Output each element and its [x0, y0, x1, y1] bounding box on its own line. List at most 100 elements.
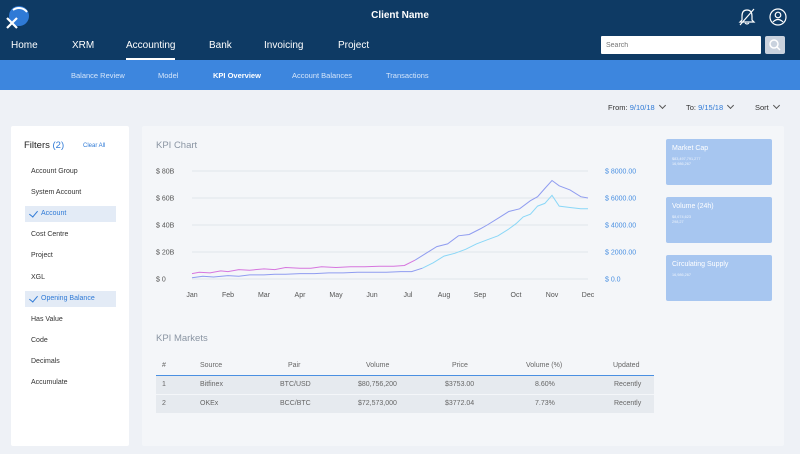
filters-label: Filters — [24, 140, 50, 151]
filter-item[interactable]: Decimals — [25, 354, 116, 370]
filter-item-label: Accumulate — [31, 379, 68, 386]
series-line-1-tail — [414, 179, 589, 261]
search-button[interactable] — [765, 36, 785, 54]
nav-bank[interactable]: Bank — [209, 40, 232, 51]
series-line-1 — [191, 259, 416, 275]
filter-item[interactable]: Code — [25, 333, 116, 349]
cell-volume-pct: 8.60% — [535, 381, 555, 388]
tab-kpi-overview[interactable]: KPI Overview — [213, 71, 261, 80]
y-right-tick-label: $ 4000.00 — [605, 223, 636, 230]
filter-item[interactable]: Account Group — [25, 164, 116, 180]
chevron-down-icon — [772, 101, 780, 110]
filter-item[interactable]: Account — [25, 206, 116, 223]
x-tick-label: Mar — [258, 292, 271, 299]
x-tick-label: Jun — [366, 292, 377, 299]
cell-updated: Recently — [614, 400, 642, 407]
cell-source: Bitfinex — [200, 381, 223, 388]
app-window: Client Name Home XRM Accounting Bank Inv… — [0, 0, 800, 454]
column-header-updated: Updated — [613, 362, 640, 369]
to-date-dropdown[interactable]: To: 9/15/18 — [686, 101, 735, 112]
nav-invoicing[interactable]: Invoicing — [264, 40, 303, 51]
kpi-card-sub-line: 16,986,267 — [672, 273, 692, 277]
filter-item-label: XGL — [31, 273, 46, 281]
column-header-source: Source — [200, 362, 223, 369]
kpi-card-sub: 16,986,267 — [672, 273, 691, 278]
check-icon — [29, 208, 38, 218]
column-header-volume: Volume — [366, 362, 390, 369]
filter-item[interactable]: XGL — [25, 270, 116, 286]
y-right-tick-label: $ 8000.00 — [605, 169, 636, 176]
chevron-down-icon — [727, 101, 735, 110]
user-icon[interactable] — [768, 7, 788, 27]
filter-item[interactable]: Cost Centre — [25, 227, 116, 243]
search-input[interactable] — [601, 36, 761, 54]
table-row[interactable]: 2 OKEx BCC/BTC $72,573,000 $3772.04 7.73… — [156, 395, 654, 413]
y-tick-label: $ 0 — [156, 277, 166, 284]
y-tick-label: $ 60B — [156, 196, 175, 203]
filter-item[interactable]: Project — [25, 248, 116, 264]
x-tick-label: Nov — [546, 292, 559, 299]
top-bar: Client Name Home XRM Accounting Bank Inv… — [0, 0, 800, 60]
table-row[interactable]: 1 Bitfinex BTC/USD $80,756,200 $3753.00 … — [156, 376, 654, 394]
tab-transactions[interactable]: Transactions — [386, 71, 429, 80]
cell-volume: $72,573,000 — [358, 400, 397, 407]
x-tick-label: Jan — [186, 292, 197, 299]
y-right-tick-label: $ 0.0 — [605, 277, 621, 284]
filter-item[interactable]: Accumulate — [25, 375, 116, 391]
kpi-card-sub: $8,674,623 298,27 — [672, 215, 691, 225]
filter-item[interactable]: Has Value — [25, 312, 116, 328]
tab-balance-review[interactable]: Balance Review — [71, 71, 125, 80]
x-tick-label: Jul — [404, 292, 413, 299]
filter-item-label: Opening Balance — [41, 294, 95, 302]
nav-accounting[interactable]: Accounting — [126, 40, 176, 60]
kpi-card-sub: $83,497,791,277 16,986,267 — [672, 157, 701, 167]
sort-dropdown[interactable]: Sort — [755, 101, 780, 112]
bell-icon[interactable] — [737, 7, 757, 27]
y-tick-label: $ 20B — [156, 250, 175, 257]
cell-price: $3753.00 — [445, 381, 475, 388]
x-tick-label: Apr — [295, 292, 307, 299]
filter-item-label: Cost Centre — [31, 231, 69, 239]
filter-item[interactable]: System Account — [25, 185, 116, 201]
filter-item-label: Account — [41, 210, 67, 218]
x-tick-label: May — [329, 292, 343, 299]
cell-price: $3772.04 — [445, 400, 475, 407]
cell-index: 2 — [162, 400, 166, 407]
tab-account-balances[interactable]: Account Balances — [292, 71, 352, 80]
search-icon — [769, 39, 781, 51]
from-label: From: — [608, 103, 628, 112]
tab-model[interactable]: Model — [158, 71, 178, 80]
column-header-volume-pct: Volume (%) — [526, 362, 563, 369]
kpi-card-market-cap[interactable]: Market Cap $83,497,791,277 16,986,267 — [666, 139, 772, 185]
nav-home[interactable]: Home — [11, 40, 38, 51]
series-line-2-tail — [422, 194, 588, 269]
kpi-card-volume[interactable]: Volume (24h) $8,674,623 298,27 — [666, 197, 772, 243]
cell-updated: Recently — [614, 381, 642, 388]
kpi-card-circulating-supply[interactable]: Circulating Supply 16,986,267 — [666, 255, 772, 301]
from-date-dropdown[interactable]: From: 9/10/18 — [608, 101, 666, 112]
cell-pair: BTC/USD — [280, 381, 311, 388]
kpi-line-chart: $ 0 $ 0.0 $ 20B $ 2000.00 $ 40B $ 4000.00 $ 60… — [156, 169, 636, 300]
column-header-price: Price — [452, 362, 468, 369]
nav-xrm[interactable]: XRM — [72, 40, 94, 51]
filter-item-label: Code — [31, 336, 48, 344]
kpi-card-title: Market Cap — [672, 145, 709, 152]
column-header-pair: Pair — [288, 362, 301, 369]
x-tick-label: Sep — [474, 292, 487, 299]
cell-pair: BCC/BTC — [280, 400, 311, 407]
nav-project[interactable]: Project — [338, 40, 369, 51]
clear-all-link[interactable]: Clear All — [83, 143, 105, 149]
filter-item-label: Has Value — [31, 315, 63, 323]
chevron-down-icon — [658, 101, 666, 110]
column-header-index: # — [162, 362, 166, 369]
main-panel: KPI Chart $ 0 $ 0.0 $ 20B $ 2000.00 $ 40B $ 4… — [142, 126, 784, 446]
check-icon — [29, 292, 38, 303]
filters-panel: Filters (2) Clear All Account Group Syste… — [11, 126, 129, 446]
kpi-card-title: Circulating Supply — [672, 261, 729, 268]
filter-item[interactable]: Opening Balance — [25, 290, 116, 307]
kpi-markets-title: KPI Markets — [156, 333, 208, 344]
to-label: To: — [686, 103, 697, 112]
cell-volume-pct: 7.73% — [535, 400, 555, 407]
y-right-tick-label: $ 2000.00 — [605, 250, 636, 257]
y-tick-label: $ 40B — [156, 223, 175, 230]
